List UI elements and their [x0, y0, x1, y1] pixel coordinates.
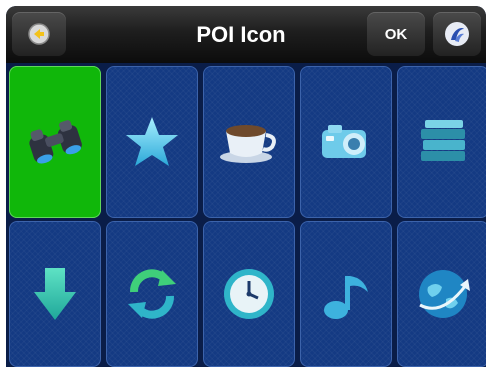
camera-icon — [322, 125, 366, 158]
poi-icon-screen: POI Icon OK — [6, 6, 486, 367]
app-logo-icon — [445, 22, 469, 46]
title-bar: POI Icon OK — [6, 6, 486, 63]
back-arrow-icon — [28, 23, 50, 45]
music-note-icon — [324, 276, 368, 319]
poi-icon-tile-camera[interactable] — [300, 66, 392, 218]
star-icon — [126, 117, 178, 166]
logo-button[interactable] — [433, 12, 481, 56]
poi-icon-tile-globe[interactable] — [397, 221, 486, 367]
poi-icon-tile-clock[interactable] — [203, 221, 295, 367]
globe-icon — [419, 270, 470, 318]
binoculars-icon — [29, 120, 82, 164]
poi-icon-tile-coffee-cup[interactable] — [203, 66, 295, 218]
poi-icon-tile-binoculars[interactable] — [9, 66, 101, 218]
poi-icon-tile-down-arrow[interactable] — [9, 221, 101, 367]
poi-icon-tile-refresh[interactable] — [106, 221, 198, 367]
clock-icon — [224, 269, 274, 319]
books-icon — [421, 120, 465, 161]
refresh-icon — [128, 269, 176, 319]
down-arrow-icon — [34, 268, 76, 320]
icon-grid — [6, 63, 486, 367]
poi-icon-tile-books[interactable] — [397, 66, 486, 218]
poi-icon-tile-music-note[interactable] — [300, 221, 392, 367]
back-button[interactable] — [12, 12, 66, 56]
ok-button[interactable]: OK — [367, 12, 425, 56]
page-title: POI Icon — [196, 22, 286, 47]
coffee-cup-icon — [220, 125, 276, 163]
poi-icon-tile-star[interactable] — [106, 66, 198, 218]
